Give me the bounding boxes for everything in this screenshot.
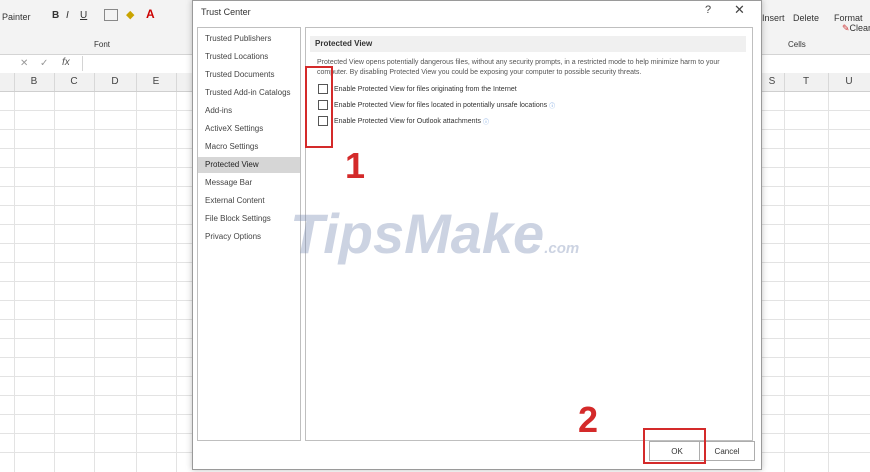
enter-formula-icon[interactable]: ✓ [40,58,48,69]
insert-button[interactable]: Insert [762,13,785,23]
bold-button[interactable]: B [52,10,59,21]
column-header[interactable]: E [136,73,177,91]
delete-button[interactable]: Delete [793,13,819,23]
grid-line [94,92,95,472]
nav-item-external-content[interactable]: External Content [198,193,300,209]
watermark-suffix: .com [544,240,580,257]
nav-item-privacy-options[interactable]: Privacy Options [198,229,300,245]
font-color-icon[interactable]: A [146,7,155,21]
grid-line [176,92,177,472]
option-label: Enable Protected View for Outlook attach… [334,117,481,125]
eraser-icon: ✎ [842,23,850,33]
option-label: Enable Protected View for files originat… [334,85,517,93]
option-internet-files[interactable]: Enable Protected View for files originat… [318,83,517,95]
grid-line [784,92,785,472]
column-header[interactable]: U [828,73,870,91]
clear-button[interactable]: ✎Clear [842,23,870,34]
grid-line [54,92,55,472]
nav-item-trusted-publishers[interactable]: Trusted Publishers [198,31,300,47]
formula-input[interactable] [82,56,189,71]
format-painter-button[interactable]: Painter [2,12,31,22]
option-label: Enable Protected View for files located … [334,101,548,109]
watermark: TipsMake.com [290,206,579,277]
grid-line [136,92,137,472]
column-header-right: S T U [760,73,870,92]
nav-item-add-ins[interactable]: Add-ins [198,103,300,119]
column-header[interactable]: D [94,73,137,91]
cancel-button[interactable]: Cancel [699,441,755,461]
borders-icon[interactable] [104,9,118,21]
insert-function-icon[interactable]: fx [62,57,70,68]
nav-item-message-bar[interactable]: Message Bar [198,175,300,191]
help-button[interactable]: ? [705,4,711,16]
highlight-box-ok [643,428,706,464]
nav-item-trusted-locations[interactable]: Trusted Locations [198,49,300,65]
info-icon[interactable]: ⓘ [549,101,555,110]
close-button[interactable]: ✕ [734,2,745,18]
nav-item-trusted-add-in-catalogs[interactable]: Trusted Add-in Catalogs [198,85,300,101]
column-header[interactable]: T [784,73,829,91]
step-number-1: 1 [345,145,366,186]
nav-item-protected-view[interactable]: Protected View [198,157,300,173]
select-all-corner[interactable] [0,73,15,91]
protected-view-description: Protected View opens potentially dangero… [317,59,720,76]
option-unsafe-locations[interactable]: Enable Protected View for files located … [318,99,555,111]
section-title: Protected View [310,36,746,52]
info-icon[interactable]: ⓘ [483,117,489,126]
nav-item-activex-settings[interactable]: ActiveX Settings [198,121,300,137]
step-number-2: 2 [578,399,599,440]
underline-button[interactable]: U [80,10,87,21]
column-header[interactable]: C [54,73,95,91]
cells-group-label: Cells [788,40,806,49]
nav-item-file-block-settings[interactable]: File Block Settings [198,211,300,227]
column-header-left: B C D E [0,73,192,92]
column-header[interactable]: B [14,73,55,91]
grid-line [828,92,829,472]
font-group-label: Font [94,40,111,49]
dialog-title: Trust Center [201,7,251,17]
format-button[interactable]: Format [834,13,863,23]
column-header[interactable]: S [760,73,785,91]
fill-color-icon[interactable]: ◆ [126,8,134,21]
italic-button[interactable]: I [66,10,69,21]
option-outlook-attachments[interactable]: Enable Protected View for Outlook attach… [318,115,489,127]
nav-item-trusted-documents[interactable]: Trusted Documents [198,67,300,83]
trust-center-nav: Trusted Publishers Trusted Locations Tru… [197,27,301,441]
watermark-text: TipsMake [290,202,545,265]
highlight-box-checkboxes [305,66,333,148]
grid-line [14,92,15,472]
cancel-formula-icon[interactable]: ✕ [20,58,28,69]
nav-item-macro-settings[interactable]: Macro Settings [198,139,300,155]
